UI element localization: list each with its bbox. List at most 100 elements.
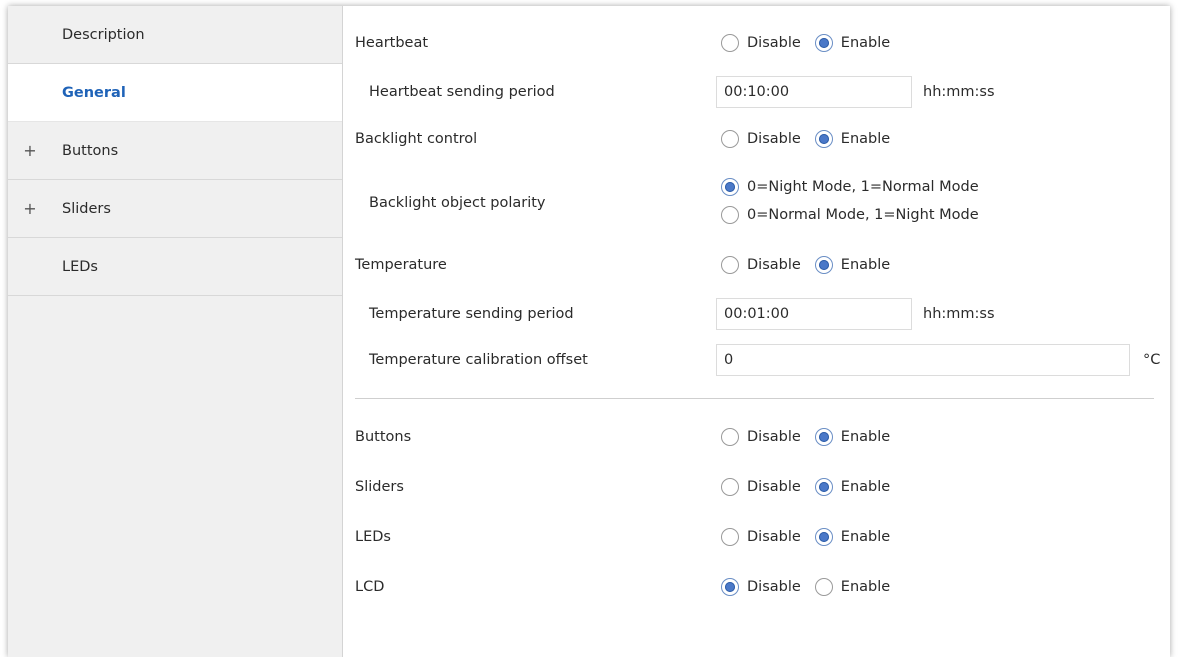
heartbeat-disable-radio[interactable]: Disable xyxy=(721,32,801,54)
lcd-row: LCD Disable Enable xyxy=(343,576,1170,598)
radio-selected-icon xyxy=(814,428,833,446)
radio-option-label: Disable xyxy=(747,579,801,595)
sliders-enable-radio[interactable]: Enable xyxy=(814,476,891,498)
sidebar-item-label: LEDs xyxy=(62,259,98,275)
lcd-label: LCD xyxy=(355,579,385,595)
radio-selected-icon xyxy=(721,578,739,596)
heartbeat-row: Heartbeat Disable Enable xyxy=(343,32,1170,54)
radio-unselected-icon xyxy=(721,34,739,52)
lcd-enable-radio[interactable]: Enable xyxy=(814,576,891,598)
radio-unselected-icon xyxy=(721,130,739,148)
backlight-radio-group: Disable Enable xyxy=(721,128,904,150)
temperature-offset-input[interactable]: 0 xyxy=(716,344,1130,376)
radio-selected-icon xyxy=(814,130,833,148)
section-divider xyxy=(355,398,1154,399)
backlight-polarity-radio-group: 0=Night Mode, 1=Normal Mode 0=Normal Mod… xyxy=(721,176,993,232)
heartbeat-label: Heartbeat xyxy=(355,35,429,51)
sidebar-item-label: Sliders xyxy=(62,201,111,217)
radio-unselected-icon xyxy=(721,256,739,274)
leds-label: LEDs xyxy=(355,529,391,545)
backlight-polarity-row: Backlight object polarity 0=Night Mode, … xyxy=(343,176,1170,230)
radio-option-label: Disable xyxy=(747,257,801,273)
leds-radio-group: Disable Enable xyxy=(721,526,904,548)
sidebar-item-buttons[interactable]: + Buttons xyxy=(8,122,342,180)
polarity-option-label: 0=Night Mode, 1=Normal Mode xyxy=(747,179,979,195)
radio-unselected-icon xyxy=(721,528,739,546)
radio-option-label: Enable xyxy=(840,529,891,545)
heartbeat-period-row: Heartbeat sending period 00:10:00 hh:mm:… xyxy=(343,76,1170,108)
temperature-period-input[interactable]: 00:01:00 xyxy=(716,298,912,330)
temperature-disable-radio[interactable]: Disable xyxy=(721,254,801,276)
sliders-row: Sliders Disable Enable xyxy=(343,476,1170,498)
temperature-label: Temperature xyxy=(355,257,447,273)
temperature-offset-row: Temperature calibration offset 0 °C xyxy=(343,344,1170,376)
radio-option-label: Enable xyxy=(840,429,891,445)
backlight-disable-radio[interactable]: Disable xyxy=(721,128,801,150)
lcd-disable-radio[interactable]: Disable xyxy=(721,576,801,598)
radio-selected-icon xyxy=(814,528,833,546)
radio-unselected-icon xyxy=(814,578,833,596)
radio-option-label: Enable xyxy=(840,579,891,595)
expand-plus-icon[interactable]: + xyxy=(23,180,37,238)
buttons-disable-radio[interactable]: Disable xyxy=(721,426,801,448)
window-frame: Description General + Buttons + Sliders … xyxy=(8,6,1170,657)
radio-option-label: Enable xyxy=(840,479,891,495)
buttons-radio-group: Disable Enable xyxy=(721,426,904,448)
radio-selected-icon xyxy=(814,256,833,274)
radio-option-label: Disable xyxy=(747,479,801,495)
sidebar-item-label: Buttons xyxy=(62,143,119,159)
heartbeat-enable-radio[interactable]: Enable xyxy=(814,32,891,54)
radio-option-label: Enable xyxy=(840,131,891,147)
sidebar-item-leds[interactable]: LEDs xyxy=(8,238,342,296)
radio-option-label: Disable xyxy=(747,529,801,545)
heartbeat-period-input[interactable]: 00:10:00 xyxy=(716,76,912,108)
polarity-option-normal-night[interactable]: 0=Normal Mode, 1=Night Mode xyxy=(721,204,979,226)
radio-option-label: Enable xyxy=(840,35,891,51)
temperature-row: Temperature Disable Enable xyxy=(343,254,1170,276)
polarity-option-label: 0=Normal Mode, 1=Night Mode xyxy=(747,207,979,223)
radio-selected-icon xyxy=(721,178,739,196)
radio-unselected-icon xyxy=(721,206,739,224)
sidebar-item-label: General xyxy=(62,85,126,101)
backlight-row: Backlight control Disable Enable xyxy=(343,128,1170,150)
radio-unselected-icon xyxy=(721,428,739,446)
heartbeat-period-label: Heartbeat sending period xyxy=(369,84,555,100)
radio-selected-icon xyxy=(814,34,833,52)
sliders-radio-group: Disable Enable xyxy=(721,476,904,498)
radio-selected-icon xyxy=(814,478,833,496)
heartbeat-period-unit: hh:mm:ss xyxy=(923,84,995,100)
sidebar-item-description[interactable]: Description xyxy=(8,6,342,64)
temperature-period-label: Temperature sending period xyxy=(369,306,574,322)
sliders-disable-radio[interactable]: Disable xyxy=(721,476,801,498)
radio-option-label: Enable xyxy=(840,257,891,273)
expand-plus-icon[interactable]: + xyxy=(23,122,37,180)
sliders-label: Sliders xyxy=(355,479,404,495)
leds-disable-radio[interactable]: Disable xyxy=(721,526,801,548)
radio-option-label: Disable xyxy=(747,35,801,51)
buttons-enable-radio[interactable]: Enable xyxy=(814,426,891,448)
radio-option-label: Disable xyxy=(747,429,801,445)
heartbeat-radio-group: Disable Enable xyxy=(721,32,904,54)
backlight-enable-radio[interactable]: Enable xyxy=(814,128,891,150)
backlight-label: Backlight control xyxy=(355,131,478,147)
lcd-radio-group: Disable Enable xyxy=(721,576,904,598)
buttons-row: Buttons Disable Enable xyxy=(343,426,1170,448)
radio-option-label: Disable xyxy=(747,131,801,147)
sidebar-item-label: Description xyxy=(62,27,145,43)
temperature-offset-unit: °C xyxy=(1143,352,1161,368)
sidebar-item-sliders[interactable]: + Sliders xyxy=(8,180,342,238)
sidebar-item-general[interactable]: General xyxy=(8,64,342,122)
temperature-period-unit: hh:mm:ss xyxy=(923,306,995,322)
temperature-enable-radio[interactable]: Enable xyxy=(814,254,891,276)
temperature-offset-label: Temperature calibration offset xyxy=(369,352,588,368)
buttons-label: Buttons xyxy=(355,429,412,445)
settings-panel: Heartbeat Disable Enable Heartbeat sendin… xyxy=(343,6,1170,657)
radio-unselected-icon xyxy=(721,478,739,496)
leds-row: LEDs Disable Enable xyxy=(343,526,1170,548)
polarity-option-night-normal[interactable]: 0=Night Mode, 1=Normal Mode xyxy=(721,176,979,198)
temperature-radio-group: Disable Enable xyxy=(721,254,904,276)
temperature-period-row: Temperature sending period 00:01:00 hh:m… xyxy=(343,298,1170,330)
leds-enable-radio[interactable]: Enable xyxy=(814,526,891,548)
backlight-polarity-label: Backlight object polarity xyxy=(369,195,546,211)
sidebar: Description General + Buttons + Sliders … xyxy=(8,6,343,657)
